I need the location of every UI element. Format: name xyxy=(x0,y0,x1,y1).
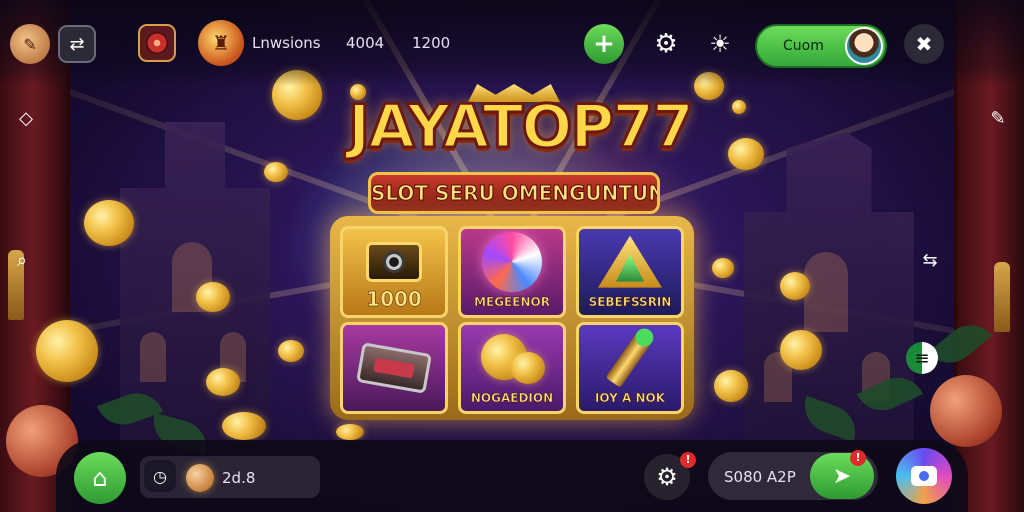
bet-value: S080 A2P xyxy=(724,468,796,486)
camera-box-icon xyxy=(366,241,422,282)
coin xyxy=(278,340,304,362)
slot-tile-4[interactable] xyxy=(340,322,448,414)
coin xyxy=(728,138,764,170)
coin xyxy=(732,100,746,114)
tassel xyxy=(994,262,1010,332)
bullet-icon xyxy=(605,325,657,388)
bulb-button[interactable]: ☀ xyxy=(700,24,740,64)
tile-label: MEGEENOR xyxy=(474,295,550,310)
coin xyxy=(84,200,134,246)
slot-tile-1[interactable]: 1000 xyxy=(340,226,448,318)
close-icon: ✖ xyxy=(915,32,933,56)
tile-label: 1000 xyxy=(366,287,422,312)
balance-value: 2d.8 xyxy=(222,469,256,487)
logo-subtitle: SLOT SERU OMENGUNTUNGAN xyxy=(368,172,660,214)
send-arrow-icon: ➤ xyxy=(832,463,852,489)
coin xyxy=(780,330,822,370)
logo-title: JAYATOP77 xyxy=(347,91,696,164)
coin xyxy=(336,424,364,440)
triangle-gem-icon xyxy=(598,235,662,288)
slot-tile-3[interactable]: SEBEFSSRIN xyxy=(576,226,684,318)
tile-label: IOY A NOK xyxy=(594,391,666,406)
search-icon[interactable]: ⌕ xyxy=(8,246,36,274)
coin xyxy=(206,368,240,396)
clock-icon: ◷ xyxy=(153,466,167,486)
home-icon: ⌂ xyxy=(92,464,108,492)
home-button[interactable]: ⌂ xyxy=(74,452,126,504)
tile-label: NOGAEDION xyxy=(470,391,554,406)
record-button[interactable] xyxy=(138,24,176,62)
gold-coins-icon xyxy=(477,330,547,386)
settings-button[interactable]: ⚙ xyxy=(646,24,686,64)
profile-button[interactable]: ✎ xyxy=(10,24,50,64)
menu-icon[interactable]: ≡ xyxy=(906,342,938,374)
coin xyxy=(36,320,98,382)
coin xyxy=(196,282,230,312)
gear-icon: ⚙ xyxy=(654,29,678,59)
tag-icon[interactable]: ◇ xyxy=(12,104,40,132)
gear-icon: ⚙ xyxy=(656,463,678,491)
close-button[interactable]: ✖ xyxy=(904,24,944,64)
coin xyxy=(264,162,288,182)
slot-tile-5[interactable]: NOGAEDION xyxy=(458,322,566,414)
history-button[interactable]: ◷ xyxy=(144,460,176,492)
stat-a: 4004 xyxy=(346,34,385,52)
coin xyxy=(222,412,266,440)
slash-arrows-icon: ⇄ xyxy=(69,33,85,55)
plus-icon: + xyxy=(593,29,615,59)
add-button[interactable]: + xyxy=(584,24,624,64)
notification-badge: ! xyxy=(850,450,866,466)
fruit xyxy=(930,375,1002,447)
swap-icon[interactable]: ⇆ xyxy=(916,246,944,274)
slot-tile-2[interactable]: MEGEENOR xyxy=(458,226,566,318)
trophy-button[interactable]: ♜ xyxy=(198,20,244,66)
login-label: Cuom xyxy=(783,38,824,54)
player-name: Lnwsions xyxy=(252,34,321,52)
shortcut-button[interactable]: ⇄ xyxy=(58,25,96,63)
coin xyxy=(780,272,810,300)
disc-icon xyxy=(146,32,168,54)
avatar xyxy=(845,27,883,65)
game-logo: JAYATOP77 SLOT SERU OMENGUNTUNGAN xyxy=(347,84,696,222)
battery-box-icon xyxy=(356,342,432,394)
stat-b: 1200 xyxy=(412,34,451,52)
camera-button[interactable] xyxy=(896,448,952,504)
coin xyxy=(712,258,734,278)
chip-icon xyxy=(186,464,214,492)
coin xyxy=(714,370,748,402)
pen-icon[interactable]: ✎ xyxy=(984,104,1012,132)
trophy-icon: ♜ xyxy=(212,31,230,55)
slot-tile-6[interactable]: IOY A NOK xyxy=(576,322,684,414)
guitar-icon: ✎ xyxy=(23,34,37,54)
lightbulb-icon: ☀ xyxy=(709,30,731,58)
login-button[interactable]: Cuom xyxy=(755,24,887,68)
camera-icon xyxy=(911,466,937,486)
tile-label: SEBEFSSRIN xyxy=(588,295,672,310)
swirl-orb-icon xyxy=(482,231,542,292)
notification-badge: ! xyxy=(680,452,696,468)
